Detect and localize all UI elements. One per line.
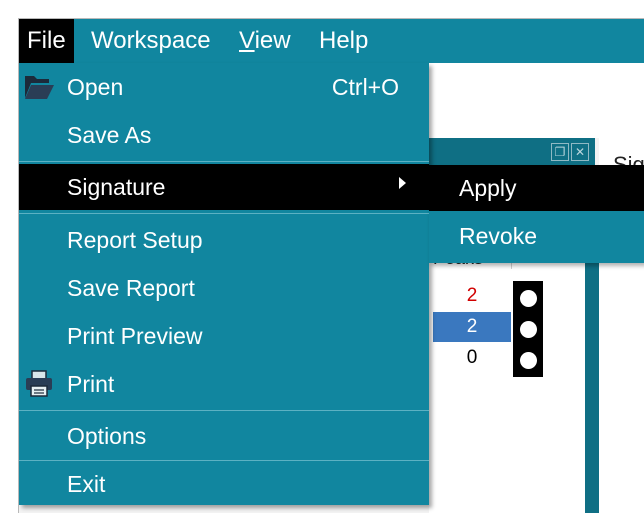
submenu-item-apply[interactable]: Apply [429, 165, 644, 211]
workspace-area [429, 63, 644, 138]
folder-open-icon [25, 76, 54, 99]
panel-titlebar: ❐ ✕ [429, 138, 595, 168]
signature-submenu: Apply Revoke [429, 165, 644, 263]
submenu-item-revoke[interactable]: Revoke [429, 213, 644, 259]
menu-separator [19, 460, 429, 461]
print-label: Print [67, 371, 115, 397]
menu-item-open[interactable]: Open Ctrl+O [19, 63, 429, 111]
status-dot [520, 352, 537, 369]
peaks-cell-selected[interactable]: 2 [433, 312, 511, 342]
restore-icon[interactable]: ❐ [551, 143, 569, 161]
menu-separator [19, 161, 429, 162]
printer-icon [26, 370, 52, 397]
menu-help[interactable]: Help [311, 19, 376, 63]
menu-file[interactable]: File [19, 19, 74, 63]
menu-item-print-preview[interactable]: Print Preview [19, 312, 429, 360]
status-dot [520, 290, 537, 307]
exit-label: Exit [67, 471, 106, 497]
menu-item-exit[interactable]: Exit [19, 463, 429, 505]
revoke-label: Revoke [459, 223, 537, 249]
close-icon[interactable]: ✕ [571, 143, 589, 161]
open-shortcut: Ctrl+O [331, 74, 399, 100]
menu-item-signature[interactable]: Signature [19, 164, 429, 210]
save-as-label: Save As [67, 122, 152, 148]
menu-separator [19, 213, 429, 214]
signature-label: Signature [67, 174, 166, 200]
status-dot [520, 321, 537, 338]
menu-item-print[interactable]: Print [19, 360, 429, 408]
peaks-cell[interactable]: 2 [433, 281, 511, 311]
menu-item-options[interactable]: Options [19, 413, 429, 459]
menu-workspace[interactable]: Workspace [83, 19, 219, 63]
open-label: Open [67, 74, 124, 100]
menu-item-save-as[interactable]: Save As [19, 111, 429, 159]
apply-label: Apply [459, 175, 517, 201]
print-preview-label: Print Preview [67, 323, 203, 349]
save-report-label: Save Report [67, 275, 195, 301]
report-setup-label: Report Setup [67, 227, 203, 253]
options-label: Options [67, 423, 147, 449]
menu-item-report-setup[interactable]: Report Setup [19, 216, 429, 264]
menu-view[interactable]: View [231, 19, 299, 63]
chevron-right-icon [399, 177, 406, 189]
status-column [513, 281, 543, 377]
file-menu: Open Ctrl+O Save As Signature Report Set… [19, 63, 429, 505]
peaks-cell[interactable]: 0 [433, 343, 511, 373]
menu-item-save-report[interactable]: Save Report [19, 264, 429, 312]
menu-bar: File Workspace View Help [19, 19, 644, 63]
menu-separator [19, 410, 429, 411]
app-window: ❐ ✕ Sig Peaks 2 2 0 File Workspace View … [18, 18, 644, 513]
